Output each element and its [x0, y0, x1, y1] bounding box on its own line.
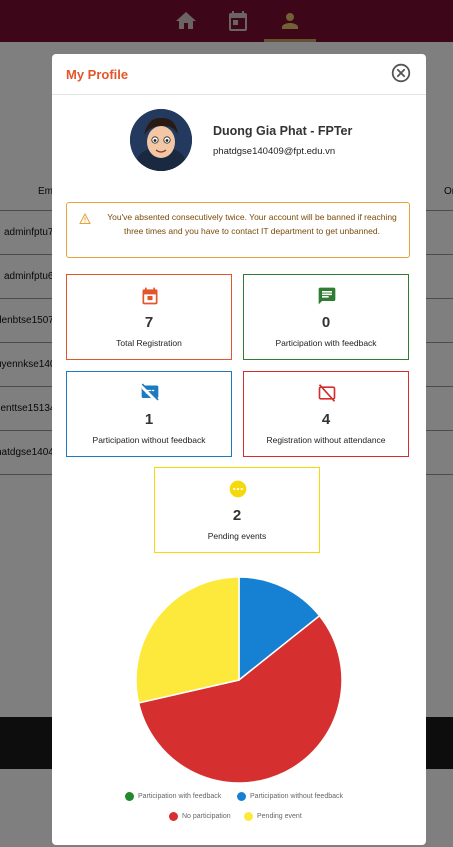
- stat-value: 4: [321, 411, 331, 428]
- chat-icon: [318, 287, 336, 305]
- close-icon[interactable]: [391, 63, 411, 83]
- profile-modal: My Profile Duong Gia Phat - FPTer phatdg…: [52, 54, 426, 845]
- legend-item[interactable]: Participation without feedback: [237, 792, 343, 801]
- stat-label: Total Registration: [116, 338, 182, 348]
- more-icon: [229, 480, 247, 498]
- warning-icon: [79, 213, 91, 224]
- modal-title: My Profile: [66, 67, 129, 82]
- legend-item[interactable]: Participation with feedback: [125, 792, 221, 801]
- legend-label: Pending event: [257, 813, 302, 820]
- avatar: [130, 109, 192, 171]
- legend-swatch: [244, 812, 253, 821]
- pie-chart-svg: [135, 576, 343, 784]
- stat-value: 2: [232, 507, 242, 524]
- user-name: Duong Gia Phat - FPTer: [213, 124, 353, 138]
- participation-pie-chart: [134, 575, 344, 785]
- stat-label: Pending events: [207, 531, 267, 541]
- modal-header: My Profile: [52, 54, 426, 95]
- legend-item[interactable]: Pending event: [244, 812, 302, 821]
- stat-label: Participation without feedback: [92, 435, 206, 445]
- legend-swatch: [169, 812, 178, 821]
- stat-card-total-registration: 7 Total Registration: [66, 274, 232, 360]
- stat-label: Participation with feedback: [275, 338, 377, 348]
- pie-slice-pending-event[interactable]: [135, 576, 240, 704]
- stat-card-pending-events: 2 Pending events: [154, 467, 320, 553]
- legend-label: Participation without feedback: [250, 793, 343, 800]
- warning-alert: You've absented consecutively twice. You…: [66, 202, 410, 258]
- no-attendance-icon: [318, 384, 336, 402]
- stat-value: 7: [144, 314, 154, 331]
- no-feedback-icon: [141, 383, 159, 401]
- legend-label: No participation: [182, 813, 231, 820]
- legend-item[interactable]: No participation: [169, 812, 231, 821]
- stat-value: 0: [321, 314, 331, 331]
- legend-label: Participation with feedback: [138, 793, 222, 800]
- stat-card-participation-with-feedback: 0 Participation with feedback: [243, 274, 409, 360]
- legend-swatch: [125, 792, 134, 801]
- warning-text: You've absented consecutively twice. You…: [107, 212, 397, 236]
- avatar-image: [130, 109, 192, 171]
- stat-card-registration-without-attendance: 4 Registration without attendance: [243, 371, 409, 457]
- stat-label: Registration without attendance: [266, 435, 386, 445]
- stat-card-participation-without-feedback: 1 Participation without feedback: [66, 371, 232, 457]
- stat-value: 1: [144, 411, 154, 428]
- calendar-icon: [142, 287, 158, 305]
- legend-swatch: [237, 792, 246, 801]
- user-email: phatdgse140409@fpt.edu.vn: [213, 146, 336, 157]
